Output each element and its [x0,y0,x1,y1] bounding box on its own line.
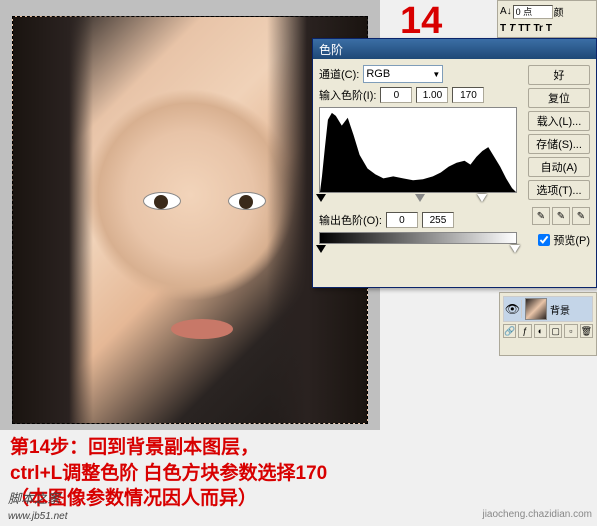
opt-label-color: 颜 [554,4,564,19]
highlight-slider[interactable] [477,194,487,202]
face-lips [171,319,233,339]
preview-checkbox[interactable]: 预览(P) [528,232,590,248]
allcaps-icon[interactable]: TT [518,23,530,34]
options-button[interactable]: 选项(T)... [528,180,590,200]
step-number: 14 [400,0,442,43]
watermark-left: 脚本之家 www.jb51.net [8,488,67,522]
output-shadow-field[interactable]: 0 [386,212,418,228]
output-gradient [319,232,517,244]
channel-select[interactable]: RGB [363,65,443,83]
layers-panel: 👁 背景 🔗 ƒ ◐ ▢ ▫ 🗑 [499,292,597,356]
type-style-icons: T T TT Tr T [500,23,594,34]
output-highlight-field[interactable]: 255 [422,212,454,228]
faux-bold-icon[interactable]: T [500,23,506,34]
layer-row[interactable]: 👁 背景 [503,296,593,322]
hair-left [13,17,93,423]
instr-line1: 第14步：回到背景副本图层， [10,435,327,461]
preview-check-input[interactable] [538,234,550,246]
eyedropper-white-icon[interactable]: ✎ [572,207,590,225]
instr-line2: ctrl+L调整色阶 白色方块参数选择170 [10,461,327,487]
watermark-right: jiaocheng.chazidian.com [482,509,592,520]
faux-italic-icon[interactable]: T [509,23,515,34]
new-icon[interactable]: ▫ [564,324,577,338]
input-highlight-field[interactable]: 170 [452,87,484,103]
preview-label: 预览(P) [553,232,590,248]
face-eye-left [143,192,181,210]
opt-label-a: A↓ [500,6,512,17]
out-highlight-slider[interactable] [510,245,520,253]
layer-tools: 🔗 ƒ ◐ ▢ ▫ 🗑 [503,324,593,338]
layer-name: 背景 [550,302,570,317]
superscript-icon[interactable]: T [546,23,552,34]
layer-thumbnail[interactable] [525,298,547,320]
trash-icon[interactable]: 🗑 [580,324,593,338]
dialog-titlebar[interactable]: 色阶 [313,39,596,59]
out-shadow-slider[interactable] [316,245,326,253]
output-levels-label: 输出色阶(O): [319,212,382,228]
input-slider[interactable] [319,194,517,204]
load-button[interactable]: 载入(L)... [528,111,590,131]
input-mid-field[interactable]: 1.00 [416,87,448,103]
output-slider[interactable] [319,245,517,255]
mask-icon[interactable]: ◐ [534,324,547,338]
histogram [319,107,517,193]
auto-button[interactable]: 自动(A) [528,157,590,177]
channel-label: 通道(C): [319,66,359,82]
input-shadow-field[interactable]: 0 [380,87,412,103]
opt-field[interactable]: 0 点 [513,5,553,19]
smallcaps-icon[interactable]: Tr [533,23,542,34]
folder-icon[interactable]: ▢ [549,324,562,338]
eyedropper-black-icon[interactable]: ✎ [532,207,550,225]
shadow-slider[interactable] [316,194,326,202]
reset-button[interactable]: 复位 [528,88,590,108]
options-bar: A↓ 0 点 颜 T T TT Tr T [497,0,597,38]
visibility-eye-icon[interactable]: 👁 [504,300,522,318]
face-eye-right [228,192,266,210]
eyedropper-gray-icon[interactable]: ✎ [552,207,570,225]
ok-button[interactable]: 好 [528,65,590,85]
fx-icon[interactable]: ƒ [518,324,531,338]
link-icon[interactable]: 🔗 [503,324,516,338]
input-levels-label: 输入色阶(I): [319,87,376,103]
levels-dialog: 色阶 通道(C): RGB 输入色阶(I): 0 1.00 170 [312,38,597,288]
save-button[interactable]: 存储(S)... [528,134,590,154]
mid-slider[interactable] [415,194,425,202]
